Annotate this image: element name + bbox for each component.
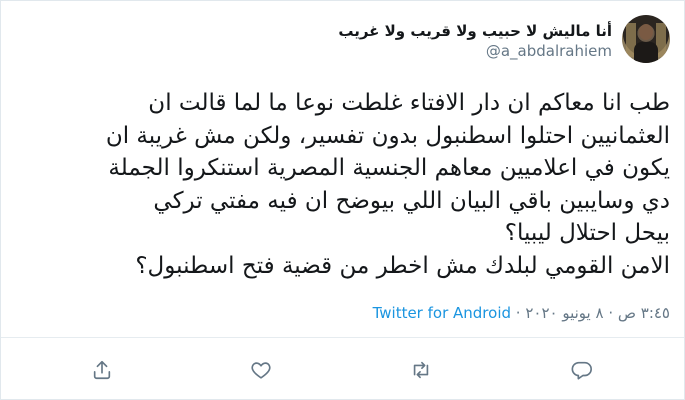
tweet-line: العثمانيين احتلوا اسطنبول بدون تفسير، ول… bbox=[105, 122, 670, 149]
share-button[interactable] bbox=[89, 357, 115, 383]
tweet-line: طب انا معاكم ان دار الافتاء غلطت نوعا ما… bbox=[148, 90, 670, 116]
display-name[interactable]: أنا ماليش لا حبيب ولا قريب ولا غريب bbox=[338, 21, 612, 41]
divider bbox=[1, 337, 684, 338]
user-names: أنا ماليش لا حبيب ولا قريب ولا غريب @a_a… bbox=[338, 15, 612, 61]
tweet-line: دي وسايبين باقي البيان اللي بيوضح ان فيه… bbox=[153, 187, 670, 214]
tweet-line: الامن القومي لبلدك مش اخطر من قضية فتح ا… bbox=[135, 252, 670, 279]
tweet-timestamp[interactable]: ٣:٤٥ ص · ٨ يونيو ٢٠٢٠ · bbox=[511, 304, 670, 322]
avatar[interactable] bbox=[622, 15, 670, 63]
reply-button[interactable] bbox=[569, 357, 595, 383]
tweet-line: بيحل احتلال ليبيا؟ bbox=[504, 220, 670, 246]
reply-icon bbox=[571, 361, 592, 380]
user-handle[interactable]: @a_abdalrahiem bbox=[338, 41, 612, 61]
tweet-meta: ٣:٤٥ ص · ٨ يونيو ٢٠٢٠ · Twitter for Andr… bbox=[15, 303, 670, 323]
retweet-icon bbox=[413, 361, 429, 379]
tweet-card: أنا ماليش لا حبيب ولا قريب ولا غريب @a_a… bbox=[0, 0, 685, 400]
action-bar bbox=[1, 349, 684, 393]
tweet-text: طب انا معاكم ان دار الافتاء غلطت نوعا ما… bbox=[15, 87, 670, 282]
share-icon bbox=[93, 360, 111, 380]
tweet-line: يكون في اعلاميين معاهم الجنسية المصرية ا… bbox=[108, 155, 670, 181]
like-button[interactable] bbox=[248, 357, 274, 383]
tweet-header: أنا ماليش لا حبيب ولا قريب ولا غريب @a_a… bbox=[338, 15, 670, 63]
like-icon bbox=[251, 362, 271, 379]
source-app-link[interactable]: Twitter for Android bbox=[373, 304, 511, 322]
retweet-button[interactable] bbox=[408, 357, 434, 383]
